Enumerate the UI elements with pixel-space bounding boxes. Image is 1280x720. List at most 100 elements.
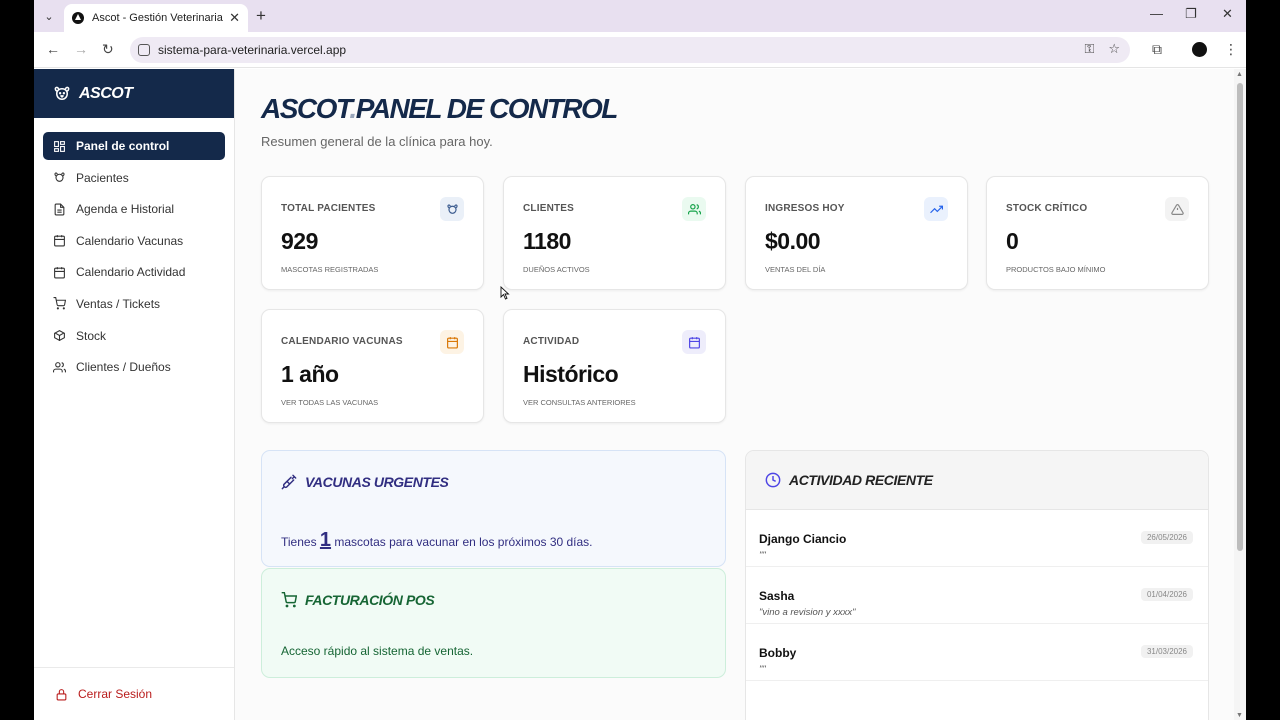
scrollbar-thumb[interactable] <box>1237 83 1243 551</box>
card-value: 929 <box>281 228 318 254</box>
lock-icon <box>56 688 67 700</box>
calendar-icon <box>52 265 66 279</box>
card-note: MASCOTAS REGISTRADAS <box>281 265 379 274</box>
card-actividad[interactable]: ACTIVIDAD Histórico VER CONSULTAS ANTERI… <box>503 309 726 423</box>
card-value: $0.00 <box>765 228 821 254</box>
calendar-icon <box>682 330 706 354</box>
paw-icon <box>52 171 66 185</box>
sidebar-item-label: Stock <box>76 328 107 343</box>
url-input[interactable]: sistema-para-veterinaria.vercel.app ⚿ ☆ <box>130 37 1130 63</box>
card-value: Histórico <box>523 361 619 387</box>
sidebar-item-stock[interactable]: Stock <box>43 322 225 350</box>
card-note: VER CONSULTAS ANTERIORES <box>523 398 636 407</box>
mouse-cursor-icon <box>500 286 510 300</box>
logout-button[interactable]: Cerrar Sesión <box>34 667 234 720</box>
clock-icon <box>765 472 781 488</box>
activity-date: 31/03/2026 <box>1140 645 1193 658</box>
card-ingresos-hoy[interactable]: INGRESOS HOY $0.00 VENTAS DEL DÍA <box>745 176 968 290</box>
card-label: TOTAL PACIENTES <box>281 203 376 214</box>
vacunas-count[interactable]: 1 <box>320 529 331 551</box>
sidebar-item-calendario-actividad[interactable]: Calendario Actividad <box>43 258 225 286</box>
activity-row[interactable]: Sasha 01/04/2026 "vino a revision y xxxx… <box>746 567 1208 624</box>
password-key-icon[interactable]: ⚿ <box>1084 41 1094 57</box>
card-label: STOCK CRÍTICO <box>1006 203 1088 214</box>
card-label: CALENDARIO VACUNAS <box>281 336 403 347</box>
scroll-up-icon[interactable]: ▲ <box>1236 71 1243 78</box>
address-bar: ← → ↻ sistema-para-veterinaria.vercel.ap… <box>34 32 1246 68</box>
card-calendario-vacunas[interactable]: CALENDARIO VACUNAS 1 año VER TODAS LAS V… <box>261 309 484 423</box>
activity-patient-name: Django Ciancio <box>759 532 847 546</box>
actividad-header: ACTIVIDAD RECIENTE <box>746 451 1208 510</box>
panel-title-text: FACTURACIÓN POS <box>305 592 435 608</box>
new-tab-icon[interactable]: + <box>256 6 266 26</box>
scroll-down-icon[interactable]: ▼ <box>1236 712 1243 719</box>
bookmark-star-icon[interactable]: ☆ <box>1108 41 1120 57</box>
activity-note: "vino a revision y xxxx" <box>759 607 856 618</box>
calendar-icon <box>52 234 66 248</box>
actividad-reciente-panel: ACTIVIDAD RECIENTE Django Ciancio 26/05/… <box>745 450 1209 720</box>
extensions-icon[interactable]: ⧉ <box>1152 41 1162 58</box>
forward-icon[interactable]: → <box>74 41 88 57</box>
sidebar-item-agenda-e-historial[interactable]: Agenda e Historial <box>43 195 225 223</box>
sidebar-item-pacientes[interactable]: Pacientes <box>43 164 225 192</box>
card-label: ACTIVIDAD <box>523 336 580 347</box>
reload-icon[interactable]: ↻ <box>102 41 114 58</box>
card-value: 1180 <box>523 228 571 254</box>
syringe-icon <box>281 474 297 490</box>
page-scrollbar[interactable]: ▲ ▼ <box>1234 69 1246 720</box>
sidebar-item-ventas-tickets[interactable]: Ventas / Tickets <box>43 290 225 318</box>
minimize-icon[interactable]: — <box>1150 6 1163 21</box>
package-icon <box>52 329 66 343</box>
tab-search-icon[interactable]: ⌄ <box>38 5 60 27</box>
browser-menu-icon[interactable]: ⋮ <box>1224 41 1238 58</box>
card-clientes[interactable]: CLIENTES 1180 DUEÑOS ACTIVOS <box>503 176 726 290</box>
restore-icon[interactable]: ❐ <box>1185 6 1197 22</box>
panel-title: FACTURACIÓN POS <box>281 592 435 608</box>
vacunas-urgentes-text: Tienes 1 mascotas para vacunar en los pr… <box>281 529 593 552</box>
shopping-cart-icon <box>281 592 297 608</box>
facturacion-pos-panel[interactable]: FACTURACIÓN POS Acceso rápido al sistema… <box>261 568 726 678</box>
card-total-pacientes[interactable]: TOTAL PACIENTES 929 MASCOTAS REGISTRADAS <box>261 176 484 290</box>
brand-header[interactable]: ASCOT <box>34 69 234 118</box>
logout-label: Cerrar Sesión <box>78 687 153 701</box>
facturacion-text: Acceso rápido al sistema de ventas. <box>281 644 474 658</box>
main-content: ASCOT.PANEL DE CONTROL Resumen general d… <box>236 69 1234 720</box>
browser-tab[interactable]: Ascot - Gestión Veterinaria ✕ <box>64 4 248 32</box>
page-title-brand: ASCOT <box>261 93 351 124</box>
sidebar-item-label: Calendario Actividad <box>76 265 186 280</box>
sidebar-item-clientes-duenos[interactable]: Clientes / Dueños <box>43 353 225 381</box>
back-icon[interactable]: ← <box>46 41 60 57</box>
users-icon <box>52 360 66 374</box>
card-note: VENTAS DEL DÍA <box>765 265 826 274</box>
card-note: DUEÑOS ACTIVOS <box>523 265 590 274</box>
sidebar-item-label: Pacientes <box>76 170 129 185</box>
page-title-rest: PANEL DE CONTROL <box>355 93 619 124</box>
file-text-icon <box>52 202 66 216</box>
panel-title: ACTIVIDAD RECIENTE <box>765 472 933 488</box>
layout-grid-icon <box>52 139 66 153</box>
vacunas-urgentes-panel[interactable]: VACUNAS URGENTES Tienes 1 mascotas para … <box>261 450 726 567</box>
sidebar-nav: Panel de control Pacientes Agenda e Hist… <box>34 118 234 381</box>
sidebar-item-label: Ventas / Tickets <box>76 296 161 311</box>
site-favicon-icon <box>72 12 84 24</box>
sidebar-item-label: Panel de control <box>76 139 170 153</box>
panel-title-text: VACUNAS URGENTES <box>305 474 449 490</box>
card-stock-critico[interactable]: STOCK CRÍTICO 0 PRODUCTOS BAJO MÍNIMO <box>986 176 1209 290</box>
close-tab-icon[interactable]: ✕ <box>229 10 240 26</box>
activity-row[interactable]: Django Ciancio 26/05/2026 "" <box>746 510 1208 567</box>
sidebar-item-panel-de-control[interactable]: Panel de control <box>43 132 225 160</box>
sidebar-item-calendario-vacunas[interactable]: Calendario Vacunas <box>43 227 225 255</box>
activity-patient-name: Bobby <box>759 646 797 660</box>
activity-row[interactable]: Bobby 31/03/2026 "" <box>746 624 1208 681</box>
tab-title: Ascot - Gestión Veterinaria <box>92 12 223 24</box>
vacunas-text-after: mascotas para vacunar en los próximos 30… <box>334 535 593 549</box>
browser-window: ⌄ Ascot - Gestión Veterinaria ✕ + — ❐ ✕ … <box>34 0 1246 720</box>
close-window-icon[interactable]: ✕ <box>1222 6 1233 22</box>
card-value: 0 <box>1006 228 1019 254</box>
sidebar-item-label: Calendario Vacunas <box>76 233 184 248</box>
card-label: CLIENTES <box>523 203 575 214</box>
profile-avatar[interactable] <box>1192 42 1207 57</box>
site-info-icon[interactable] <box>138 44 150 56</box>
tab-bar: ⌄ Ascot - Gestión Veterinaria ✕ + — ❐ ✕ <box>34 0 1246 32</box>
vacunas-text-before: Tienes <box>281 535 317 549</box>
